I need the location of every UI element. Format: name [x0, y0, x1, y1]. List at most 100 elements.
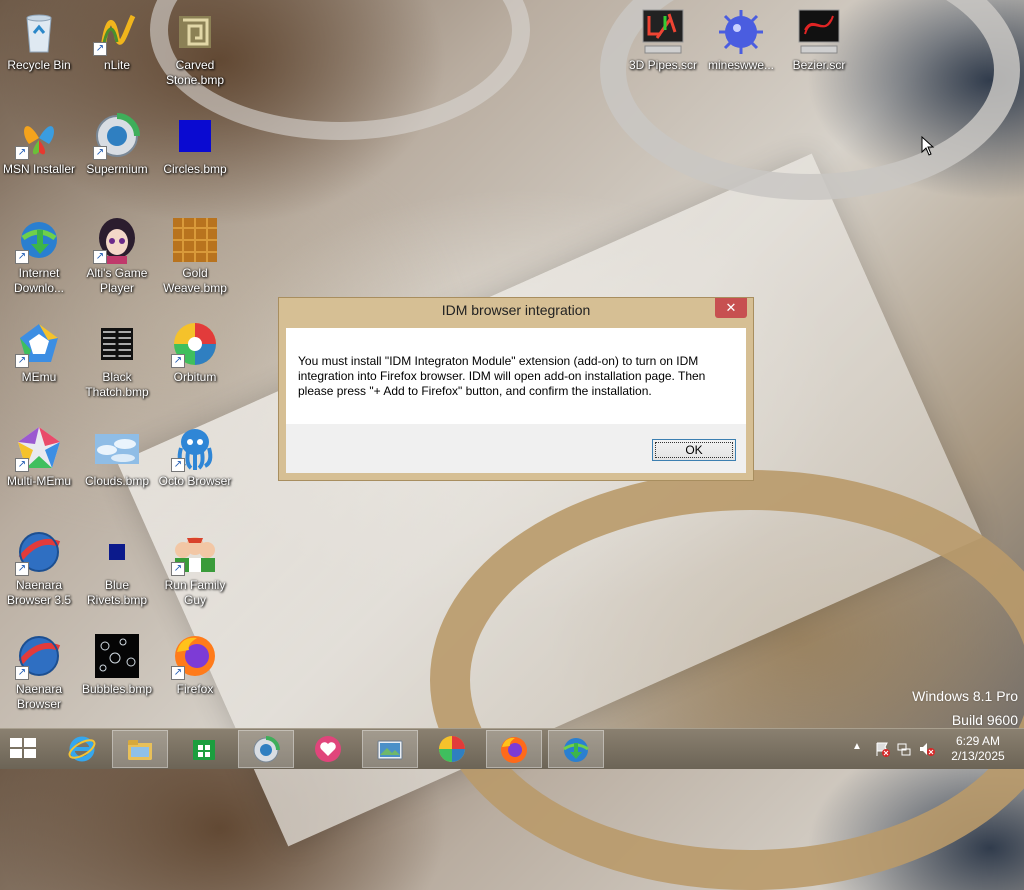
desktop-icon-run-family-guy[interactable]: ↗ Run Family Guy [156, 528, 234, 608]
desktop-icon-bezier[interactable]: Bezier.scr [780, 8, 858, 73]
taskbar-image-viewer[interactable] [362, 730, 418, 768]
desktop-icon-black-thatch[interactable]: Black Thatch.bmp [78, 320, 156, 400]
family-guy-icon: ↗ [171, 528, 219, 576]
network-icon[interactable] [896, 741, 912, 757]
start-button[interactable] [10, 738, 38, 760]
ok-button[interactable]: OK [652, 439, 736, 461]
ie-icon [68, 736, 96, 762]
taskbar-heart-app[interactable] [300, 730, 356, 768]
desktop-icon-blue-rivets[interactable]: Blue Rivets.bmp [78, 528, 156, 608]
nlite-icon: ↗ [93, 8, 141, 56]
show-hidden-icons-chevron-up-icon[interactable]: ▲ [852, 741, 862, 752]
orbitum-icon [439, 736, 465, 762]
desktop-icon-mineswwe[interactable]: mineswwe... [702, 8, 780, 73]
desktop-icon-label: MSN Installer [2, 162, 76, 176]
taskbar-firefox[interactable] [486, 730, 542, 768]
desktop-icon-label: Internet Downlo... [13, 266, 65, 295]
recycle-bin-icon [15, 8, 63, 56]
supermium-browser-icon: ↗ [93, 112, 141, 160]
octo-browser-icon: ↗ [171, 424, 219, 472]
desktop-icon-clouds[interactable]: Clouds.bmp [78, 424, 156, 489]
supermium-browser-icon [253, 736, 280, 763]
screensaver-icon [639, 8, 687, 56]
close-icon: ✕ [725, 300, 737, 315]
desktop-icon-label: Orbitum [173, 370, 217, 384]
desktop-icon-label: Bubbles.bmp [81, 682, 153, 696]
desktop-icon-altis-game-player[interactable]: ↗ Alti's Game Player [78, 216, 156, 296]
taskbar-idm[interactable] [548, 730, 604, 768]
bmp-image-icon [171, 216, 219, 264]
shortcut-arrow-icon: ↗ [93, 250, 107, 264]
idm-icon [563, 738, 589, 762]
screensaver-icon [795, 8, 843, 56]
desktop-icon-label: Supermium [86, 162, 148, 176]
dialog-title: IDM browser integration [441, 302, 591, 318]
dialog-message: You must install "IDM Integraton Module"… [298, 354, 706, 398]
orbitum-icon: ↗ [171, 320, 219, 368]
desktop-icon-octo-browser[interactable]: ↗ Octo Browser [156, 424, 234, 489]
desktop-icon-gold-weave[interactable]: Gold Weave.bmp [156, 216, 234, 296]
naenara-icon: ↗ [15, 528, 63, 576]
desktop-icon-internet-download-manager[interactable]: ↗ Internet Downlo... [0, 216, 78, 296]
desktop-icon-bubbles[interactable]: Bubbles.bmp [78, 632, 156, 697]
msn-butterfly-icon: ↗ [15, 112, 63, 160]
mine-icon [717, 8, 765, 56]
taskbar-clock[interactable]: 6:29 AM 2/13/2025 [940, 734, 1016, 764]
desktop-icon-memu[interactable]: ↗ MEmu [0, 320, 78, 385]
desktop-icon-label: Bezier.scr [792, 58, 846, 72]
desktop-icon-label: Gold Weave.bmp [163, 266, 227, 295]
desktop-icon-firefox[interactable]: ↗ Firefox [156, 632, 234, 697]
desktop-icon-msn-installer[interactable]: ↗ MSN Installer [0, 112, 78, 177]
desktop-icon-3d-pipes[interactable]: 3D Pipes.scr [624, 8, 702, 73]
desktop-icon-label: Multi-MEmu [6, 474, 71, 488]
shortcut-arrow-icon: ↗ [15, 666, 29, 680]
mouse-cursor-icon [921, 136, 935, 156]
shortcut-arrow-icon: ↗ [15, 458, 29, 472]
shortcut-arrow-icon: ↗ [15, 146, 29, 160]
desktop-icon-label: Black Thatch.bmp [85, 370, 149, 399]
taskbar-file-explorer[interactable] [112, 730, 168, 768]
idm-icon: ↗ [15, 216, 63, 264]
desktop-icon-nlite[interactable]: ↗ nLite [78, 8, 156, 73]
taskbar-supermium[interactable] [238, 730, 294, 768]
desktop-icon-circles[interactable]: Circles.bmp [156, 112, 234, 177]
desktop-icon-supermium[interactable]: ↗ Supermium [78, 112, 156, 177]
shortcut-arrow-icon: ↗ [15, 250, 29, 264]
desktop-icon-label: mineswwe... [707, 58, 775, 72]
desktop-icon-label: Blue Rivets.bmp [86, 578, 148, 607]
desktop-icon-carved-stone[interactable]: Carved Stone.bmp [156, 8, 234, 88]
desktop-icon-multi-memu[interactable]: ↗ Multi-MEmu [0, 424, 78, 489]
windows-logo-icon [24, 749, 36, 758]
windows-logo-icon [10, 738, 22, 747]
memu-icon: ↗ [15, 320, 63, 368]
desktop-icon-recycle-bin[interactable]: Recycle Bin [0, 8, 78, 73]
bmp-image-icon [171, 8, 219, 56]
taskbar-internet-explorer[interactable] [54, 730, 110, 768]
desktop-icon-orbitum[interactable]: ↗ Orbitum [156, 320, 234, 385]
dialog-close-button[interactable]: ✕ [715, 298, 747, 318]
desktop-icon-label: Naenara Browser [15, 682, 63, 711]
desktop-icon-naenara-browser-35[interactable]: ↗ Naenara Browser 3.5 [0, 528, 78, 608]
volume-muted-icon[interactable] [918, 741, 936, 757]
windows-logo-icon [10, 749, 22, 758]
taskbar-orbitum[interactable] [424, 730, 480, 768]
shortcut-arrow-icon: ↗ [171, 354, 185, 368]
idm-integration-dialog: IDM browser integration ✕ You must insta… [278, 297, 754, 481]
desktop-icon-label: nLite [103, 58, 131, 72]
desktop-icon-label: MEmu [21, 370, 57, 384]
game-player-icon: ↗ [93, 216, 141, 264]
desktop-icon-naenara-browser[interactable]: ↗ Naenara Browser [0, 632, 78, 712]
action-center-flag-icon[interactable] [874, 741, 890, 757]
clock-time: 6:29 AM [955, 734, 1001, 748]
desktop-icon-label: Firefox [176, 682, 214, 696]
naenara-icon: ↗ [15, 632, 63, 680]
wallpaper-handcuff-bottom [430, 470, 1024, 890]
taskbar-store[interactable] [176, 730, 232, 768]
heart-icon [315, 736, 341, 762]
shortcut-arrow-icon: ↗ [15, 562, 29, 576]
system-tray: ▲ [850, 729, 940, 769]
shortcut-arrow-icon: ↗ [171, 458, 185, 472]
desktop-icon-label: Clouds.bmp [84, 474, 150, 488]
firefox-icon [501, 737, 527, 763]
shortcut-arrow-icon: ↗ [15, 354, 29, 368]
